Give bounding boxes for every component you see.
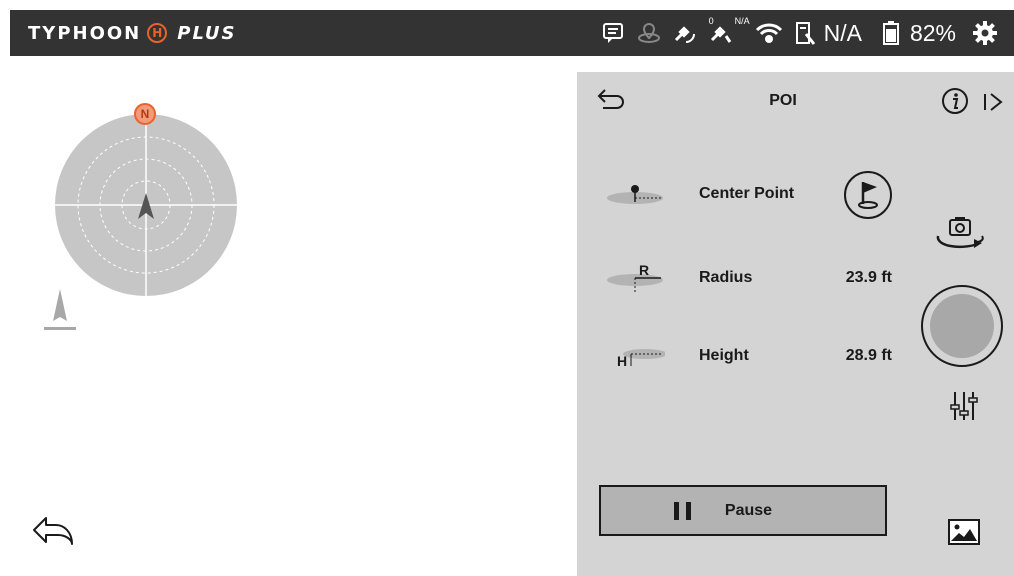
pause-icon xyxy=(673,501,691,520)
gear-icon[interactable] xyxy=(970,18,1000,48)
center-point-label: Center Point xyxy=(699,185,795,202)
height-value[interactable]: 28.9 ft xyxy=(787,347,892,365)
pause-button[interactable]: Pause xyxy=(599,485,887,536)
gps-icon xyxy=(634,18,664,48)
drone-battery-value: 82% xyxy=(909,19,956,46)
top-status-bar: TYPHOON H PLUS 0 N/A N/A 82% xyxy=(10,10,1014,56)
panel-title: POI xyxy=(769,92,797,109)
north-indicator: N xyxy=(134,103,156,125)
set-center-flag-button[interactable] xyxy=(843,170,893,220)
height-row: H Height 28.9 ft xyxy=(577,336,917,376)
radius-value[interactable]: 23.9 ft xyxy=(787,269,892,287)
status-icons: 0 N/A N/A 82% xyxy=(592,10,1000,56)
wifi-icon xyxy=(754,18,784,48)
radius-label: Radius xyxy=(699,269,753,286)
brand-logo: TYPHOON H PLUS xyxy=(28,23,237,44)
message-icon[interactable] xyxy=(598,18,628,48)
brand-mark: H xyxy=(147,23,168,43)
gallery-icon[interactable] xyxy=(947,518,981,546)
poi-panel: POI Center Point R Radius 23.9 ft H Heig… xyxy=(577,72,1014,576)
shutter-button-inner xyxy=(930,294,994,358)
compass-radar xyxy=(55,114,237,296)
shutter-button[interactable] xyxy=(921,285,1003,367)
height-icon: H xyxy=(617,349,665,369)
rc-battery-value: N/A xyxy=(823,19,862,46)
drone-battery-icon xyxy=(876,18,906,48)
collapse-panel-icon[interactable] xyxy=(981,90,1005,114)
svg-text:R: R xyxy=(639,262,649,278)
home-point-icon xyxy=(44,289,76,330)
camera-rotate-icon[interactable] xyxy=(930,214,990,256)
satellite-na-label: N/A xyxy=(734,16,750,26)
satellite-icon: 0 xyxy=(670,16,714,48)
pause-label: Pause xyxy=(724,501,773,519)
brand-name: TYPHOON xyxy=(28,22,142,44)
height-label: Height xyxy=(699,347,749,364)
info-icon[interactable] xyxy=(941,87,969,115)
satellite-na-icon: N/A xyxy=(706,16,750,48)
back-arrow-icon[interactable] xyxy=(32,514,76,546)
center-point-icon xyxy=(607,185,663,204)
camera-settings-sliders-icon[interactable] xyxy=(949,390,979,422)
svg-text:H: H xyxy=(617,353,627,369)
rc-battery-icon xyxy=(790,18,820,48)
brand-suffix: PLUS xyxy=(177,22,237,44)
radius-icon: R xyxy=(607,262,663,292)
radius-row: R Radius 23.9 ft xyxy=(577,258,917,298)
